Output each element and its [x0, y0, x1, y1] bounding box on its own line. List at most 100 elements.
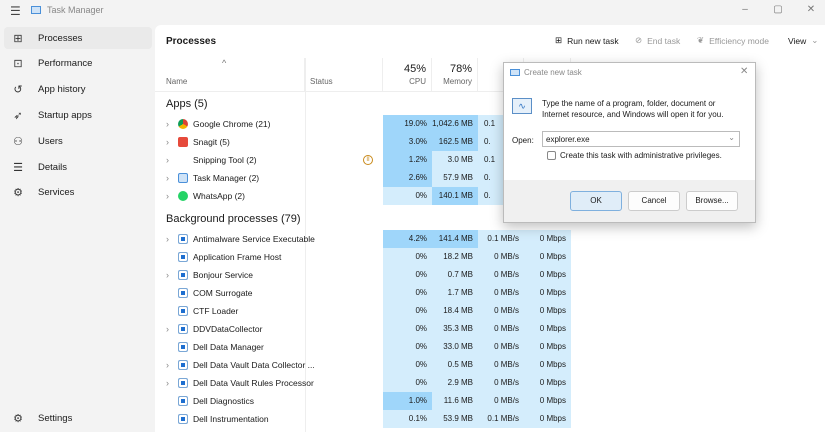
- restore-button[interactable]: ▢: [768, 4, 788, 15]
- sidebar-item-details[interactable]: ☰ Details: [4, 156, 152, 178]
- process-icon: [178, 252, 188, 262]
- sidebar-item-startup-apps[interactable]: ➶ Startup apps: [4, 104, 152, 126]
- dialog-close-button[interactable]: ✕: [740, 66, 748, 77]
- cpu-value: 0%: [383, 374, 432, 392]
- expand-chevron-icon[interactable]: ›: [166, 115, 169, 133]
- cpu-total: 45%: [403, 63, 426, 75]
- expand-chevron-icon[interactable]: ›: [166, 266, 169, 284]
- expand-chevron-icon[interactable]: ›: [166, 374, 169, 392]
- column-header-memory[interactable]: 78% Memory: [432, 58, 478, 92]
- process-row[interactable]: › DDVDataCollector 0% 35.3 MB 0 MB/s 0 Mbps: [155, 320, 575, 338]
- network-value: 0 Mbps: [524, 374, 571, 392]
- process-row[interactable]: Application Frame Host 0% 18.2 MB 0 MB/s 0 M…: [155, 248, 575, 266]
- cpu-value: 2.6%: [383, 169, 432, 187]
- sidebar-item-users[interactable]: ⚇ Users: [4, 130, 152, 152]
- process-row[interactable]: Dell Diagnostics 1.0% 11.6 MB 0 MB/s 0 Mbps: [155, 392, 575, 410]
- process-row[interactable]: › Dell Data Vault Data Collector ... 0% 0.5…: [155, 356, 575, 374]
- process-row[interactable]: › Dell Data Vault Rules Processor 0% 2.9 MB…: [155, 374, 575, 392]
- admin-privileges-checkbox[interactable]: [547, 151, 556, 160]
- column-header-status[interactable]: Status: [305, 58, 383, 92]
- sidebar-item-services[interactable]: ⚙ Services: [4, 182, 152, 204]
- run-program-icon: ∿: [512, 98, 532, 114]
- cpu-value: 0.1%: [383, 410, 432, 428]
- process-name: Dell Data Manager: [193, 342, 264, 352]
- network-value: 0 Mbps: [524, 320, 571, 338]
- paused-status-icon: II: [363, 155, 373, 165]
- hamburger-menu-icon[interactable]: ☰: [10, 4, 21, 18]
- sidebar-item-label: Settings: [38, 412, 73, 424]
- process-row[interactable]: › Bonjour Service 0% 0.7 MB 0 MB/s 0 Mbps: [155, 266, 575, 284]
- process-name: Snagit (5): [193, 137, 230, 147]
- column-header-name[interactable]: ^ Name: [155, 58, 305, 92]
- end-task-icon: ⊘: [635, 35, 643, 45]
- open-input-value: explorer.exe: [546, 135, 590, 144]
- network-value: 0 Mbps: [524, 248, 571, 266]
- close-button[interactable]: ✕: [801, 4, 821, 15]
- cpu-value: 0%: [383, 284, 432, 302]
- network-value: 0 Mbps: [524, 230, 571, 248]
- snagit-icon: [178, 137, 188, 147]
- expand-chevron-icon[interactable]: ›: [166, 187, 169, 205]
- process-row[interactable]: Dell Instrumentation 0.1% 53.9 MB 0.1 MB/s 0…: [155, 410, 575, 428]
- expand-chevron-icon[interactable]: ›: [166, 151, 169, 169]
- expand-chevron-icon[interactable]: ›: [166, 320, 169, 338]
- process-name: COM Surrogate: [193, 288, 253, 298]
- process-name: Task Manager (2): [193, 173, 260, 183]
- browse-button[interactable]: Browse...: [686, 191, 738, 211]
- apps-group-header: Apps (5): [166, 98, 208, 110]
- end-task-label: End task: [647, 35, 681, 46]
- process-row[interactable]: CTF Loader 0% 18.4 MB 0 MB/s 0 Mbps: [155, 302, 575, 320]
- expand-chevron-icon[interactable]: ›: [166, 169, 169, 187]
- create-new-task-dialog: Create new task ✕ ∿ Type the name of a p…: [503, 62, 756, 223]
- view-menu-button[interactable]: View ⌄: [788, 35, 818, 46]
- process-row[interactable]: COM Surrogate 0% 1.7 MB 0 MB/s 0 Mbps: [155, 284, 575, 302]
- ok-button[interactable]: OK: [570, 191, 622, 211]
- process-name: Dell Diagnostics: [193, 396, 254, 406]
- sidebar-item-processes[interactable]: ⊞ Processes: [4, 27, 152, 49]
- process-name: Antimalware Service Executable: [193, 234, 315, 244]
- memory-value: 3.0 MB: [432, 151, 478, 169]
- minimize-button[interactable]: –: [735, 4, 755, 15]
- startup-icon: ➶: [13, 109, 23, 122]
- chevron-down-icon[interactable]: ⌄: [728, 133, 735, 142]
- expand-chevron-icon[interactable]: ›: [166, 230, 169, 248]
- process-name: Google Chrome (21): [193, 119, 271, 129]
- sidebar-item-label: Services: [38, 187, 75, 199]
- end-task-button[interactable]: ⊘ End task: [635, 35, 680, 46]
- task-manager-icon: [178, 173, 188, 183]
- process-icon: [178, 378, 188, 388]
- details-icon: ☰: [13, 161, 23, 174]
- page-title: Processes: [166, 36, 217, 47]
- disk-value: 0 MB/s: [478, 392, 524, 410]
- open-combobox[interactable]: explorer.exe ⌄: [542, 131, 740, 147]
- cancel-button[interactable]: Cancel: [628, 191, 680, 211]
- memory-value: 18.4 MB: [432, 302, 478, 320]
- leaf-icon: ❦: [697, 35, 705, 45]
- memory-header-label: Memory: [443, 77, 472, 86]
- cpu-value: 0%: [383, 266, 432, 284]
- expand-chevron-icon[interactable]: ›: [166, 356, 169, 374]
- process-name: Dell Data Vault Data Collector ...: [193, 360, 315, 370]
- sidebar-item-performance[interactable]: ⊡ Performance: [4, 53, 152, 75]
- background-group-header: Background processes (79): [166, 213, 301, 225]
- run-new-task-button[interactable]: ⊞ Run new task: [555, 35, 619, 46]
- cpu-value: 4.2%: [383, 230, 432, 248]
- expand-chevron-icon[interactable]: ›: [166, 133, 169, 151]
- memory-value: 141.4 MB: [432, 230, 478, 248]
- sidebar-item-settings[interactable]: ⚙ Settings: [4, 407, 152, 429]
- status-header-label: Status: [310, 77, 333, 86]
- sidebar-item-label: Users: [38, 135, 63, 147]
- process-name: Dell Data Vault Rules Processor: [193, 378, 314, 388]
- admin-privileges-label: Create this task with administrative pri…: [560, 151, 722, 160]
- process-name: CTF Loader: [193, 306, 239, 316]
- network-value: 0 Mbps: [524, 284, 571, 302]
- sidebar-item-app-history[interactable]: ↺ App history: [4, 79, 152, 101]
- efficiency-mode-button[interactable]: ❦ Efficiency mode: [697, 35, 769, 46]
- whatsapp-icon: [178, 191, 188, 201]
- column-header-cpu[interactable]: 45% CPU: [383, 58, 432, 92]
- memory-value: 2.9 MB: [432, 374, 478, 392]
- cpu-value: 19.0%: [383, 115, 432, 133]
- process-name: Bonjour Service: [193, 270, 254, 280]
- process-row[interactable]: Dell Data Manager 0% 33.0 MB 0 MB/s 0 Mbps: [155, 338, 575, 356]
- process-row[interactable]: › Antimalware Service Executable 4.2% 141.4…: [155, 230, 575, 248]
